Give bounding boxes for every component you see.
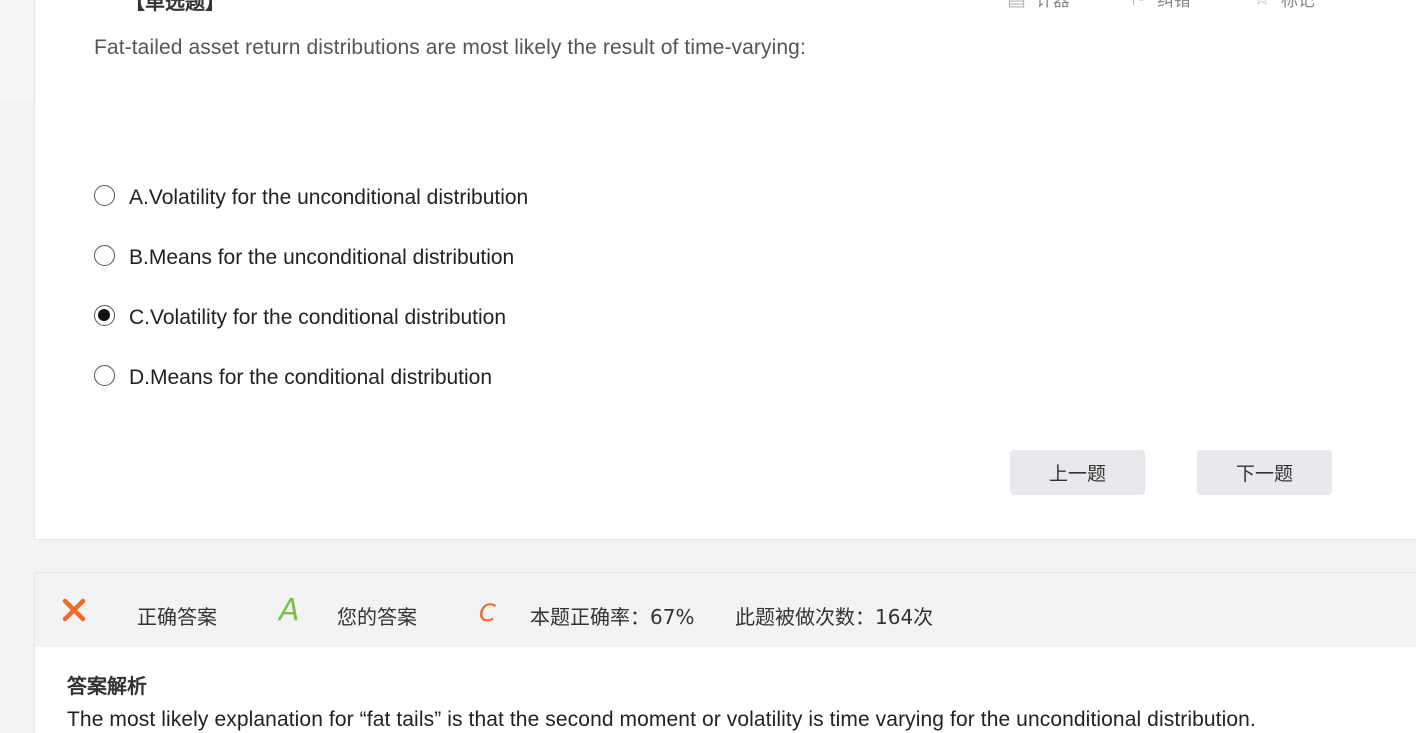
calculator-tool[interactable]: ▤ 计器 <box>1007 0 1070 11</box>
radio-option-d[interactable] <box>94 364 115 386</box>
report-label: 纠错 <box>1156 0 1191 10</box>
correct-answer-letter: A <box>279 593 300 628</box>
analysis-title: 答案解析 <box>67 674 147 698</box>
option-c[interactable]: C.Volatility for the conditional distrib… <box>94 304 507 330</box>
accuracy-rate: 本题正确率：67% <box>530 605 695 629</box>
report-error-tool[interactable]: ⚑ 纠错 <box>1129 0 1191 11</box>
question-stem: Fat-tailed asset return distributions ar… <box>94 36 806 59</box>
calculator-icon: ▤ <box>1007 0 1026 11</box>
left-panel-edge <box>0 0 34 100</box>
radio-option-c[interactable] <box>94 304 115 326</box>
next-question-button[interactable]: 下一题 <box>1197 450 1332 495</box>
option-c-label: C.Volatility for the conditional distrib… <box>129 306 507 329</box>
result-card: 正确答案 A 您的答案 C 本题正确率：67% 此题被做次数：164次 答案解析… <box>34 572 1416 733</box>
option-d[interactable]: D.Means for the conditional distribution <box>94 364 493 390</box>
option-b-label: B.Means for the unconditional distributi… <box>129 246 515 269</box>
calculator-label: 计器 <box>1035 0 1070 10</box>
report-icon: ⚑ <box>1129 0 1147 11</box>
wrong-icon <box>62 598 86 622</box>
option-a-label: A.Volatility for the unconditional distr… <box>129 186 529 209</box>
radio-option-a[interactable] <box>94 184 115 206</box>
question-card: 【单选题】 ▤ 计器 ⚑ 纠错 ☆ 标记 Fat-tailed asset re… <box>34 0 1416 540</box>
analysis-text: The most likely explanation for “fat tai… <box>67 708 1256 731</box>
mark-tool[interactable]: ☆ 标记 <box>1253 0 1315 11</box>
radio-option-b[interactable] <box>94 244 115 266</box>
star-icon: ☆ <box>1253 0 1271 11</box>
your-answer-label: 您的答案 <box>337 605 417 629</box>
your-answer-letter: C <box>479 599 496 627</box>
option-a[interactable]: A.Volatility for the unconditional distr… <box>94 184 529 210</box>
correct-answer-label: 正确答案 <box>137 605 217 629</box>
question-header: 【单选题】 ▤ 计器 ⚑ 纠错 ☆ 标记 <box>35 0 1416 14</box>
previous-question-button[interactable]: 上一题 <box>1010 450 1145 495</box>
times-done-count: 此题被做次数：164次 <box>735 605 934 629</box>
option-d-label: D.Means for the conditional distribution <box>129 366 493 389</box>
option-b[interactable]: B.Means for the unconditional distributi… <box>94 244 515 270</box>
result-summary-bar: 正确答案 A 您的答案 C 本题正确率：67% 此题被做次数：164次 <box>35 573 1416 647</box>
question-type-label: 【单选题】 <box>125 0 225 14</box>
mark-label: 标记 <box>1280 0 1315 10</box>
